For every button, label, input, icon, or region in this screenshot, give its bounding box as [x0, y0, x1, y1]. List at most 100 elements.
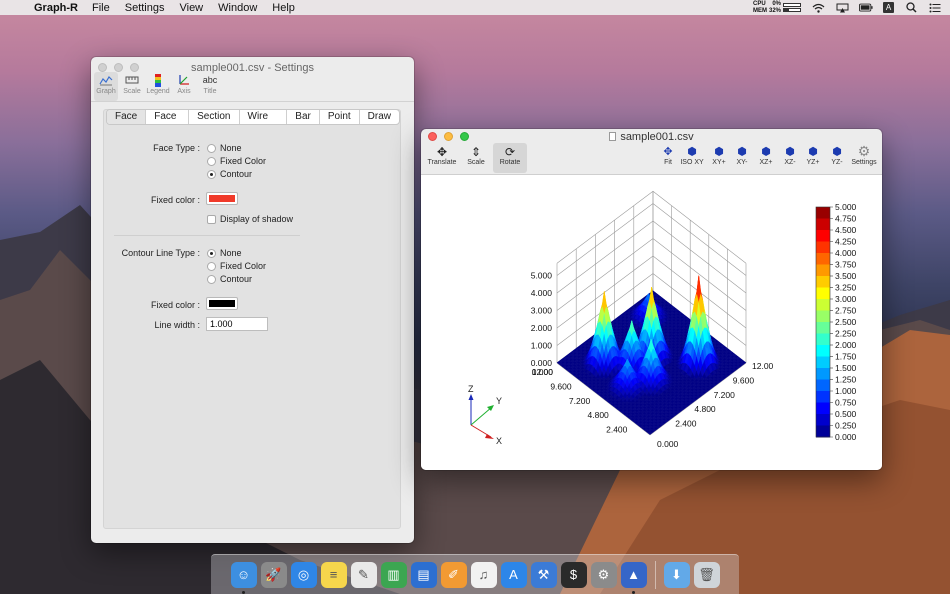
y-tick-label: 4.800 — [694, 404, 716, 414]
iso-xy-button[interactable]: ⬢ ISO XY — [679, 144, 705, 166]
dock-glyph: ▥ — [387, 566, 400, 582]
tool-label: XY- — [736, 159, 748, 166]
zoom-button[interactable] — [130, 63, 139, 72]
xz-plus-button[interactable]: ⬢ XZ+ — [755, 144, 777, 166]
face-type-option-none[interactable]: None — [207, 143, 242, 153]
finder-icon[interactable]: ☺ — [230, 561, 257, 594]
mem-label: MEM — [752, 8, 767, 14]
legend-tick-label: 4.750 — [835, 214, 857, 224]
face-type-label: Face Type : — [153, 143, 200, 153]
app-store-icon[interactable]: A — [500, 561, 527, 588]
launchpad-icon[interactable]: 🚀 — [260, 561, 287, 588]
legend-color-band — [816, 356, 830, 369]
line-width-input[interactable] — [206, 317, 268, 331]
scale-tool-button[interactable]: ⇕ Scale — [463, 144, 489, 167]
textedit-icon[interactable]: ✎ — [350, 561, 377, 588]
face-type-radio-none[interactable] — [207, 143, 216, 153]
menu-file[interactable]: File — [92, 2, 110, 14]
trash-icon[interactable]: 🗑 — [693, 561, 720, 588]
face-type-option-fixed-color[interactable]: Fixed Color — [207, 156, 266, 166]
settings-titlebar[interactable]: sample001.csv - Settings — [91, 57, 414, 79]
safari-icon[interactable]: ◎ — [290, 561, 317, 588]
system-preferences-icon[interactable]: ⚙ — [590, 561, 617, 588]
settings-tab-bar: Face Face Line Section Wire Frame Bar Po… — [106, 109, 400, 125]
document-icon — [609, 132, 617, 141]
face-fixed-color-well[interactable] — [206, 192, 238, 205]
rotate-tool-button[interactable]: ⟳ Rotate — [493, 143, 527, 173]
contour-line-option-contour[interactable]: Contour — [207, 274, 252, 284]
tab-draw[interactable]: Draw — [360, 110, 399, 124]
menu-window[interactable]: Window — [218, 2, 257, 14]
menu-view[interactable]: View — [179, 2, 203, 14]
wifi-icon[interactable] — [811, 2, 825, 13]
downloads-folder-icon[interactable]: ⬇ — [663, 561, 690, 588]
face-type-radio-contour[interactable] — [207, 169, 216, 179]
minimize-button[interactable] — [114, 63, 123, 72]
terminal-icon[interactable]: $ — [560, 561, 587, 588]
graph-settings-button[interactable]: ⚙ Settings — [849, 143, 879, 166]
itunes-icon[interactable]: ♫ — [470, 561, 497, 588]
notification-center-icon[interactable] — [928, 2, 942, 13]
tab-point[interactable]: Point — [320, 110, 360, 124]
tool-label: Fit — [664, 159, 672, 166]
close-button[interactable] — [98, 63, 107, 72]
contour-line-option-none[interactable]: None — [207, 248, 242, 258]
notes-icon[interactable]: ≡ — [320, 561, 347, 588]
radio-label: Fixed Color — [220, 156, 267, 166]
legend-color-band — [816, 207, 830, 219]
tab-bar[interactable]: Bar — [287, 110, 320, 124]
menu-settings[interactable]: Settings — [125, 2, 165, 14]
yz-plus-button[interactable]: ⬢ YZ+ — [802, 144, 824, 166]
tool-label: Translate — [427, 159, 457, 166]
tab-face[interactable]: Face — [107, 110, 147, 124]
x-tick-label: 4.800 — [588, 410, 610, 420]
tab-wire-frame[interactable]: Wire Frame — [240, 110, 288, 124]
contour-line-option-fixed-color[interactable]: Fixed Color — [207, 261, 266, 271]
z-tick-label: 5.000 — [531, 271, 553, 281]
contour-line-radio-none[interactable] — [207, 248, 216, 258]
menu-help[interactable]: Help — [272, 2, 295, 14]
fit-button[interactable]: ✥ Fit — [659, 144, 677, 166]
tool-label: YZ+ — [806, 159, 820, 166]
translate-tool-button[interactable]: ✥ Translate — [426, 144, 458, 167]
graph-r-icon[interactable]: ▲ — [620, 561, 647, 594]
spotlight-search-icon[interactable] — [904, 2, 918, 13]
tab-face-line[interactable]: Face Line — [146, 110, 190, 124]
close-button[interactable] — [428, 132, 437, 141]
dock-glyph: ▤ — [417, 566, 430, 582]
menu-app-name[interactable]: Graph-R — [34, 2, 78, 14]
input-source-indicator[interactable]: A — [883, 2, 894, 13]
keynote-icon[interactable]: ▤ — [410, 561, 437, 588]
running-indicator — [631, 590, 635, 594]
graph-toolbar: ✥ Translate ⇕ Scale ⟳ Rotate ✥ Fit ⬢ ISO… — [421, 142, 882, 175]
xcode-icon[interactable]: ⚒ — [530, 561, 557, 588]
display-shadow-checkbox[interactable] — [207, 214, 216, 224]
legend-tick-label: 2.750 — [835, 306, 857, 316]
dock-glyph: $ — [569, 567, 578, 582]
display-shadow-option[interactable]: Display of shadow — [207, 214, 293, 224]
cpu-mem-monitor[interactable]: CPU MEM 0% 32% — [753, 1, 801, 14]
color-legend: 5.000 4.7504.500 4.2504.000 3.7503.500 3.250… — [815, 202, 857, 442]
line-fixed-color-well[interactable] — [206, 297, 238, 310]
xz-minus-button[interactable]: ⬢ XZ- — [779, 144, 801, 166]
xy-plus-button[interactable]: ⬢ XY+ — [708, 144, 730, 166]
cube-xz-minus-icon: ⬢ — [785, 146, 795, 158]
contour-line-radio-fixed-color[interactable] — [207, 261, 216, 271]
face-type-radio-fixed-color[interactable] — [207, 156, 216, 166]
numbers-icon[interactable]: ▥ — [380, 561, 407, 588]
cpu-bar — [783, 3, 801, 7]
zoom-button[interactable] — [460, 132, 469, 141]
face-type-option-contour[interactable]: Contour — [207, 169, 252, 179]
yz-minus-button[interactable]: ⬢ YZ- — [826, 144, 848, 166]
plot-canvas[interactable]: 0.000 1.000 2.000 3.000 4.000 5.000 2.400 4.800… — [421, 175, 882, 470]
y-tick-label: 0.000 — [657, 439, 679, 449]
pages-icon[interactable]: ✐ — [440, 561, 467, 588]
dock-glyph: ✎ — [358, 566, 369, 582]
tab-section[interactable]: Section — [189, 110, 240, 124]
graph-titlebar[interactable]: sample001.csv — [421, 129, 882, 143]
airplay-icon[interactable] — [835, 2, 849, 13]
minimize-button[interactable] — [444, 132, 453, 141]
contour-line-radio-contour[interactable] — [207, 274, 216, 284]
xy-minus-button[interactable]: ⬢ XY- — [731, 144, 753, 166]
battery-icon[interactable] — [859, 2, 873, 13]
